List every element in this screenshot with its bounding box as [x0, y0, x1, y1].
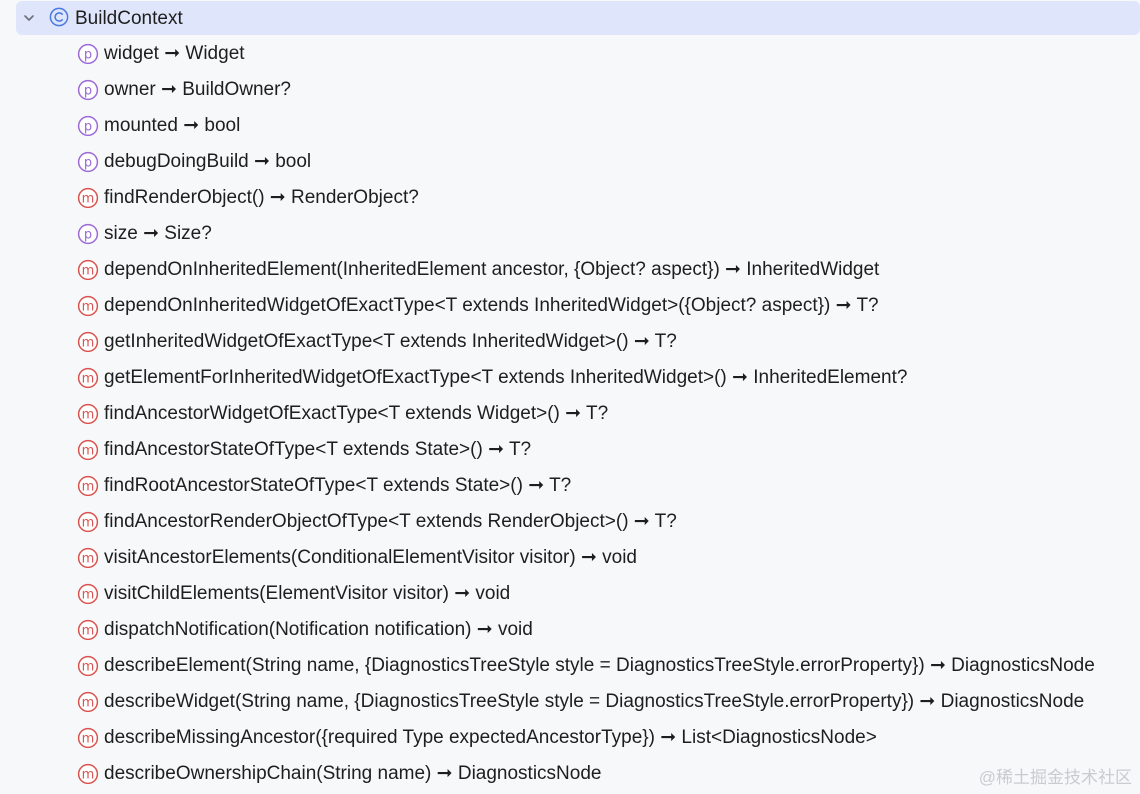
- member-label: findRenderObject() ➞ RenderObject?: [104, 187, 419, 208]
- method-icon: m: [77, 295, 99, 317]
- svg-text:m: m: [82, 407, 95, 422]
- member-label: describeOwnershipChain(String name) ➞ Di…: [104, 763, 602, 784]
- method-icon: m: [77, 583, 99, 605]
- member-label: dependOnInheritedWidgetOfExactType<T ext…: [104, 295, 879, 316]
- svg-text:m: m: [82, 623, 95, 638]
- svg-text:m: m: [82, 551, 95, 566]
- svg-text:m: m: [82, 659, 95, 674]
- watermark: @稀土掘金技术社区: [978, 768, 1132, 787]
- method-icon: m: [77, 475, 99, 497]
- svg-text:m: m: [82, 479, 95, 494]
- method-icon: m: [77, 187, 99, 209]
- member-label: widget ➞ Widget: [104, 43, 245, 64]
- member-label: debugDoingBuild ➞ bool: [104, 151, 312, 172]
- method-icon: m: [77, 403, 99, 425]
- method-icon: m: [77, 511, 99, 533]
- class-icon: [49, 7, 69, 27]
- method-icon: m: [77, 439, 99, 461]
- property-icon: p: [77, 115, 99, 137]
- member-label: findRootAncestorStateOfType<T extends St…: [104, 475, 572, 496]
- svg-text:m: m: [82, 263, 95, 278]
- svg-text:p: p: [84, 227, 92, 242]
- svg-text:m: m: [82, 299, 95, 314]
- member-label: getElementForInheritedWidgetOfExactType<…: [104, 367, 908, 388]
- method-icon: m: [77, 259, 99, 281]
- member-label: owner ➞ BuildOwner?: [104, 79, 292, 100]
- member-label: describeElement(String name, {Diagnostic…: [104, 655, 1095, 676]
- method-icon: m: [77, 727, 99, 749]
- method-icon: m: [77, 331, 99, 353]
- svg-text:p: p: [84, 47, 92, 62]
- svg-text:m: m: [82, 371, 95, 386]
- svg-text:p: p: [84, 83, 92, 98]
- member-label: findAncestorStateOfType<T extends State>…: [104, 439, 532, 460]
- member-label: describeMissingAncestor({required Type e…: [104, 727, 877, 748]
- property-icon: p: [77, 223, 99, 245]
- svg-text:m: m: [82, 515, 95, 530]
- method-icon: m: [77, 763, 99, 785]
- member-label: findAncestorRenderObjectOfType<T extends…: [104, 511, 677, 532]
- member-label: dispatchNotification(Notification notifi…: [104, 619, 533, 640]
- member-label: describeWidget(String name, {Diagnostics…: [104, 691, 1085, 712]
- svg-text:m: m: [82, 443, 95, 458]
- member-label: visitChildElements(ElementVisitor visito…: [104, 583, 511, 604]
- svg-text:m: m: [82, 767, 95, 782]
- method-icon: m: [77, 619, 99, 641]
- method-icon: m: [77, 655, 99, 677]
- svg-text:m: m: [82, 335, 95, 350]
- property-icon: p: [77, 79, 99, 101]
- property-icon: p: [77, 151, 99, 173]
- property-icon: p: [77, 43, 99, 65]
- tree-node-label: BuildContext: [75, 8, 183, 29]
- method-icon: m: [77, 547, 99, 569]
- chevron-down-icon[interactable]: [23, 12, 35, 24]
- member-label: size ➞ Size?: [104, 223, 212, 244]
- svg-text:p: p: [84, 119, 92, 134]
- svg-text:m: m: [82, 731, 95, 746]
- svg-text:p: p: [84, 155, 92, 170]
- svg-text:m: m: [82, 191, 95, 206]
- member-label: getInheritedWidgetOfExactType<T extends …: [104, 331, 677, 352]
- member-label: visitAncestorElements(ConditionalElement…: [104, 547, 637, 568]
- method-icon: m: [77, 367, 99, 389]
- member-label: findAncestorWidgetOfExactType<T extends …: [104, 403, 609, 424]
- svg-text:m: m: [82, 695, 95, 710]
- member-label: mounted ➞ bool: [104, 115, 241, 136]
- member-label: dependOnInheritedElement(InheritedElemen…: [104, 259, 880, 280]
- method-icon: m: [77, 691, 99, 713]
- tree-node-buildcontext[interactable]: BuildContext: [16, 1, 1140, 35]
- svg-text:m: m: [82, 587, 95, 602]
